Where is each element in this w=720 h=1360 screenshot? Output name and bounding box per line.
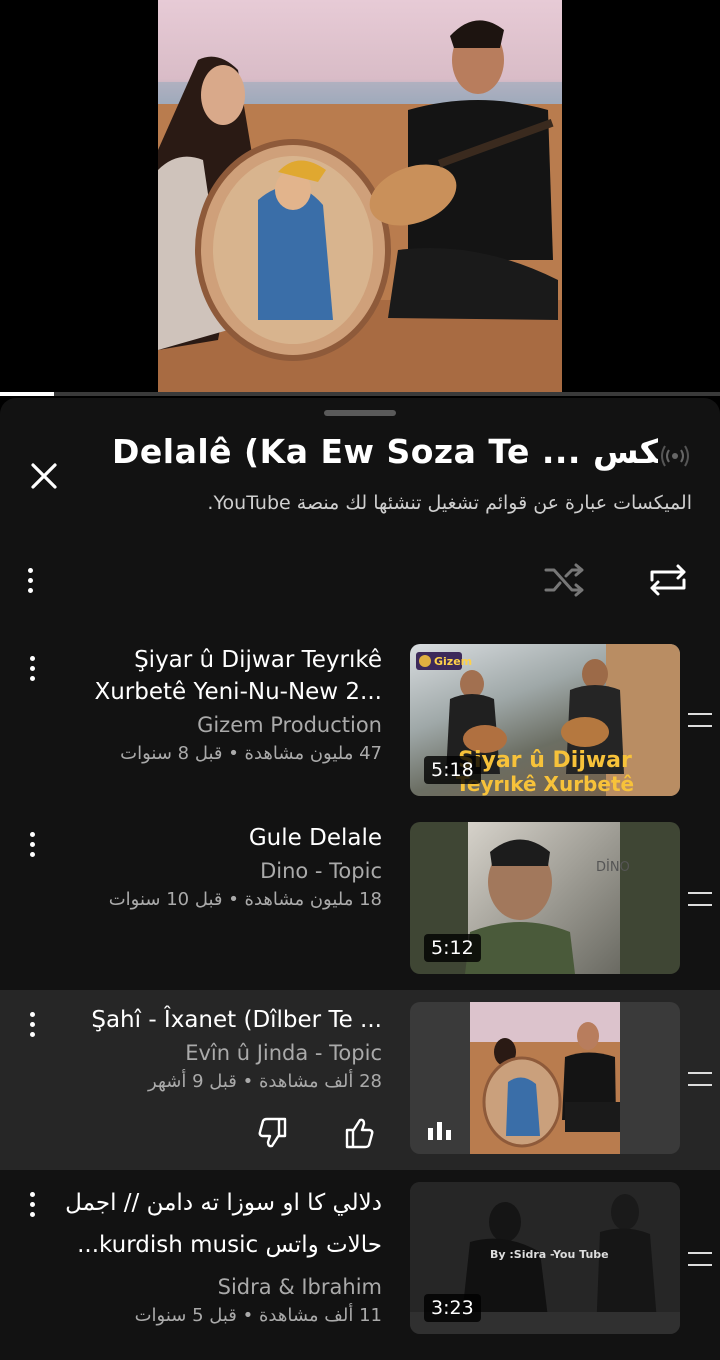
like-button[interactable] bbox=[338, 1116, 378, 1150]
list-item-now-playing[interactable]: Şahî - Îxanet (Dîlber Te ... Evîn û Jind… bbox=[0, 990, 720, 1170]
mix-playlist-panel: Delalê (Ka Ew Soza Te ... ميكس الميكسات … bbox=[0, 398, 720, 1360]
duration-badge: 3:23 bbox=[424, 1294, 481, 1322]
drag-handle-icon[interactable] bbox=[688, 1252, 712, 1266]
repeat-icon bbox=[650, 564, 686, 596]
item-meta: 11 ألف مشاهدة • قبل 5 سنوات bbox=[134, 1305, 382, 1326]
close-icon bbox=[31, 463, 57, 489]
duration-badge: 5:18 bbox=[424, 756, 481, 784]
dislike-button[interactable] bbox=[254, 1116, 294, 1150]
playlist-more-button[interactable] bbox=[18, 562, 42, 598]
item-more-button[interactable] bbox=[20, 826, 44, 862]
video-player[interactable] bbox=[0, 0, 720, 396]
item-channel: Gizem Production bbox=[197, 713, 382, 737]
list-item[interactable]: Gule Delale Dino - Topic 18 مليون مشاهدة… bbox=[0, 810, 720, 990]
thumbs-up-icon bbox=[345, 1118, 374, 1149]
shuffle-icon bbox=[544, 563, 584, 597]
list-item[interactable]: Şiyar û Dijwar Teyrıkê Xurbetê Yeni-Nu-N… bbox=[0, 634, 720, 810]
item-more-button[interactable] bbox=[20, 1006, 44, 1042]
item-channel: Sidra & Ibrahim bbox=[217, 1275, 382, 1299]
thumb-logo: Gizem bbox=[434, 655, 473, 668]
video-thumbnail[interactable]: DİNO 5:12 bbox=[410, 822, 680, 974]
thumbs-down-icon bbox=[258, 1117, 287, 1148]
thumb-label: DİNO bbox=[596, 860, 630, 875]
item-more-button[interactable] bbox=[20, 1186, 44, 1222]
progress-fill bbox=[0, 392, 54, 396]
panel-drag-handle[interactable] bbox=[324, 410, 396, 416]
broadcast-icon bbox=[660, 442, 690, 470]
playlist-subtitle: الميكسات عبارة عن قوائم تشغيل تنشئها لك … bbox=[207, 492, 692, 514]
video-thumbnail[interactable] bbox=[410, 1002, 680, 1154]
item-title-line2: Xurbetê Yeni-Nu-New 2... bbox=[94, 679, 382, 705]
drag-handle-icon[interactable] bbox=[688, 1072, 712, 1086]
equalizer-icon bbox=[426, 1120, 454, 1140]
list-item[interactable]: دلالي كا او سوزا ته دامن // اجمل حالات و… bbox=[0, 1170, 720, 1360]
drag-handle-icon[interactable] bbox=[688, 892, 712, 906]
item-channel: Evîn û Jinda - Topic bbox=[185, 1041, 382, 1065]
item-meta: 28 ألف مشاهدة • قبل 9 أشهر bbox=[148, 1071, 382, 1092]
item-title: Şahî - Îxanet (Dîlber Te ... bbox=[91, 1007, 382, 1033]
item-title: Şiyar û Dijwar Teyrıkê bbox=[134, 647, 382, 673]
video-thumbnail[interactable]: Gizem Şiyar û Dijwar Teyrıkê Xurbetê 5:1… bbox=[410, 644, 680, 796]
progress-bar[interactable] bbox=[0, 392, 720, 396]
thumb-watermark: By :Sidra -You Tube bbox=[490, 1248, 609, 1261]
item-meta: 18 مليون مشاهدة • قبل 10 سنوات bbox=[108, 889, 382, 910]
item-title: Gule Delale bbox=[248, 825, 382, 851]
drag-handle-icon[interactable] bbox=[688, 713, 712, 727]
item-channel: Dino - Topic bbox=[260, 859, 382, 883]
playlist-title: Delalê (Ka Ew Soza Te ... ميكس bbox=[112, 432, 658, 471]
shuffle-button[interactable] bbox=[540, 558, 588, 602]
video-thumbnail[interactable]: By :Sidra -You Tube 3:23 bbox=[410, 1182, 680, 1334]
duration-badge: 5:12 bbox=[424, 934, 481, 962]
item-more-button[interactable] bbox=[20, 650, 44, 686]
video-frame[interactable] bbox=[158, 0, 562, 394]
item-title: دلالي كا او سوزا ته دامن // اجمل bbox=[65, 1190, 382, 1216]
close-button[interactable] bbox=[24, 456, 64, 496]
repeat-button[interactable] bbox=[644, 558, 692, 602]
item-title-line2: حالات واتس kurdish music... bbox=[77, 1232, 382, 1258]
item-meta: 47 مليون مشاهدة • قبل 8 سنوات bbox=[120, 743, 382, 764]
